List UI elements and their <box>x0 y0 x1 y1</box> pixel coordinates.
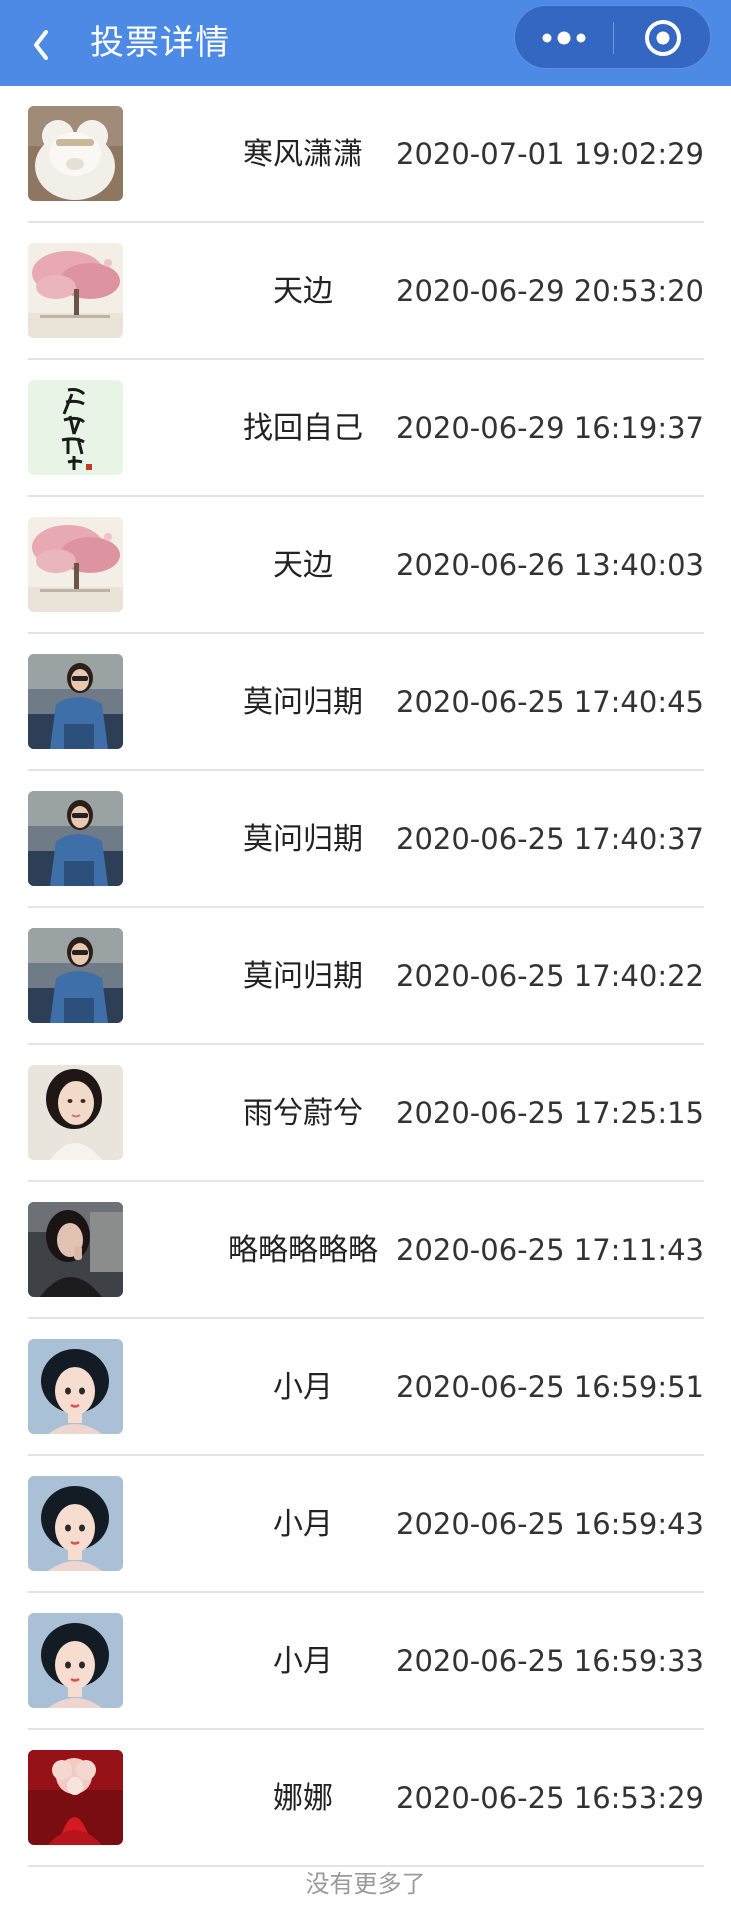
vote-row: 莫问归期 2020-06-25 17:40:37 <box>28 771 704 908</box>
vote-row: 小月 2020-06-25 16:59:43 <box>28 1456 704 1593</box>
vote-details-page: 投票详情 寒风潇潇 2020-07-01 19:02:29 天边 2020-06… <box>0 0 731 1920</box>
vote-time: 2020-06-29 16:19:37 <box>396 411 704 445</box>
vote-time: 2020-06-25 17:40:22 <box>396 959 704 993</box>
vote-time: 2020-06-25 16:59:51 <box>396 1370 704 1404</box>
vote-row: 雨兮蔚兮 2020-06-25 17:25:15 <box>28 1045 704 1182</box>
vote-row: 小月 2020-06-25 16:59:33 <box>28 1593 704 1730</box>
avatar-image <box>28 517 123 612</box>
avatar <box>28 1202 123 1297</box>
avatar-image <box>28 791 123 886</box>
avatar <box>28 243 123 338</box>
vote-list: 寒风潇潇 2020-07-01 19:02:29 天边 2020-06-29 20:… <box>28 86 704 1867</box>
avatar <box>28 1476 123 1571</box>
vote-row: 天边 2020-06-29 20:53:20 <box>28 223 704 360</box>
avatar <box>28 1613 123 1708</box>
back-button[interactable] <box>26 16 76 70</box>
vote-row: 娜娜 2020-06-25 16:53:29 <box>28 1730 704 1867</box>
vote-time: 2020-06-25 17:11:43 <box>396 1233 704 1267</box>
avatar <box>28 1339 123 1434</box>
vote-time: 2020-06-25 17:25:15 <box>396 1096 704 1130</box>
vote-row: 小月 2020-06-25 16:59:51 <box>28 1319 704 1456</box>
avatar <box>28 654 123 749</box>
target-close-icon <box>645 20 681 56</box>
page-title: 投票详情 <box>90 23 230 63</box>
vote-row: 略略略略略 2020-06-25 17:11:43 <box>28 1182 704 1319</box>
avatar-image <box>28 1476 123 1571</box>
avatar <box>28 517 123 612</box>
vote-time: 2020-06-25 17:40:45 <box>396 685 704 719</box>
avatar <box>28 791 123 886</box>
avatar-image <box>28 1202 123 1297</box>
avatar <box>28 106 123 201</box>
vote-row: 莫问归期 2020-06-25 17:40:22 <box>28 908 704 1045</box>
vote-row: 莫问归期 2020-06-25 17:40:45 <box>28 634 704 771</box>
vote-time: 2020-06-25 16:59:43 <box>396 1507 704 1541</box>
mini-program-capsule <box>514 5 711 69</box>
avatar-image <box>28 1339 123 1434</box>
avatar-image <box>28 243 123 338</box>
more-button[interactable] <box>515 6 613 70</box>
no-more-text: 没有更多了 <box>305 1870 426 1898</box>
vote-row: 找回自己 2020-06-29 16:19:37 <box>28 360 704 497</box>
avatar-image <box>28 1613 123 1708</box>
avatar-image <box>28 106 123 201</box>
vote-time: 2020-07-01 19:02:29 <box>396 137 704 171</box>
more-dots-icon <box>542 31 586 45</box>
vote-time: 2020-06-25 17:40:37 <box>396 822 704 856</box>
vote-time: 2020-06-25 16:59:33 <box>396 1644 704 1678</box>
avatar-image <box>28 928 123 1023</box>
vote-time: 2020-06-25 16:53:29 <box>396 1781 704 1815</box>
avatar-image <box>28 654 123 749</box>
avatar <box>28 1065 123 1160</box>
vote-time: 2020-06-29 20:53:20 <box>396 274 704 308</box>
avatar <box>28 928 123 1023</box>
avatar-image <box>28 1750 123 1845</box>
avatar <box>28 1750 123 1845</box>
vote-row: 寒风潇潇 2020-07-01 19:02:29 <box>28 86 704 223</box>
avatar-image <box>28 380 123 475</box>
avatar-image <box>28 1065 123 1160</box>
avatar <box>28 380 123 475</box>
close-button[interactable] <box>614 6 712 70</box>
vote-row: 天边 2020-06-26 13:40:03 <box>28 497 704 634</box>
vote-time: 2020-06-26 13:40:03 <box>396 548 704 582</box>
nav-bar: 投票详情 <box>0 0 731 86</box>
chevron-left-icon <box>34 30 48 60</box>
